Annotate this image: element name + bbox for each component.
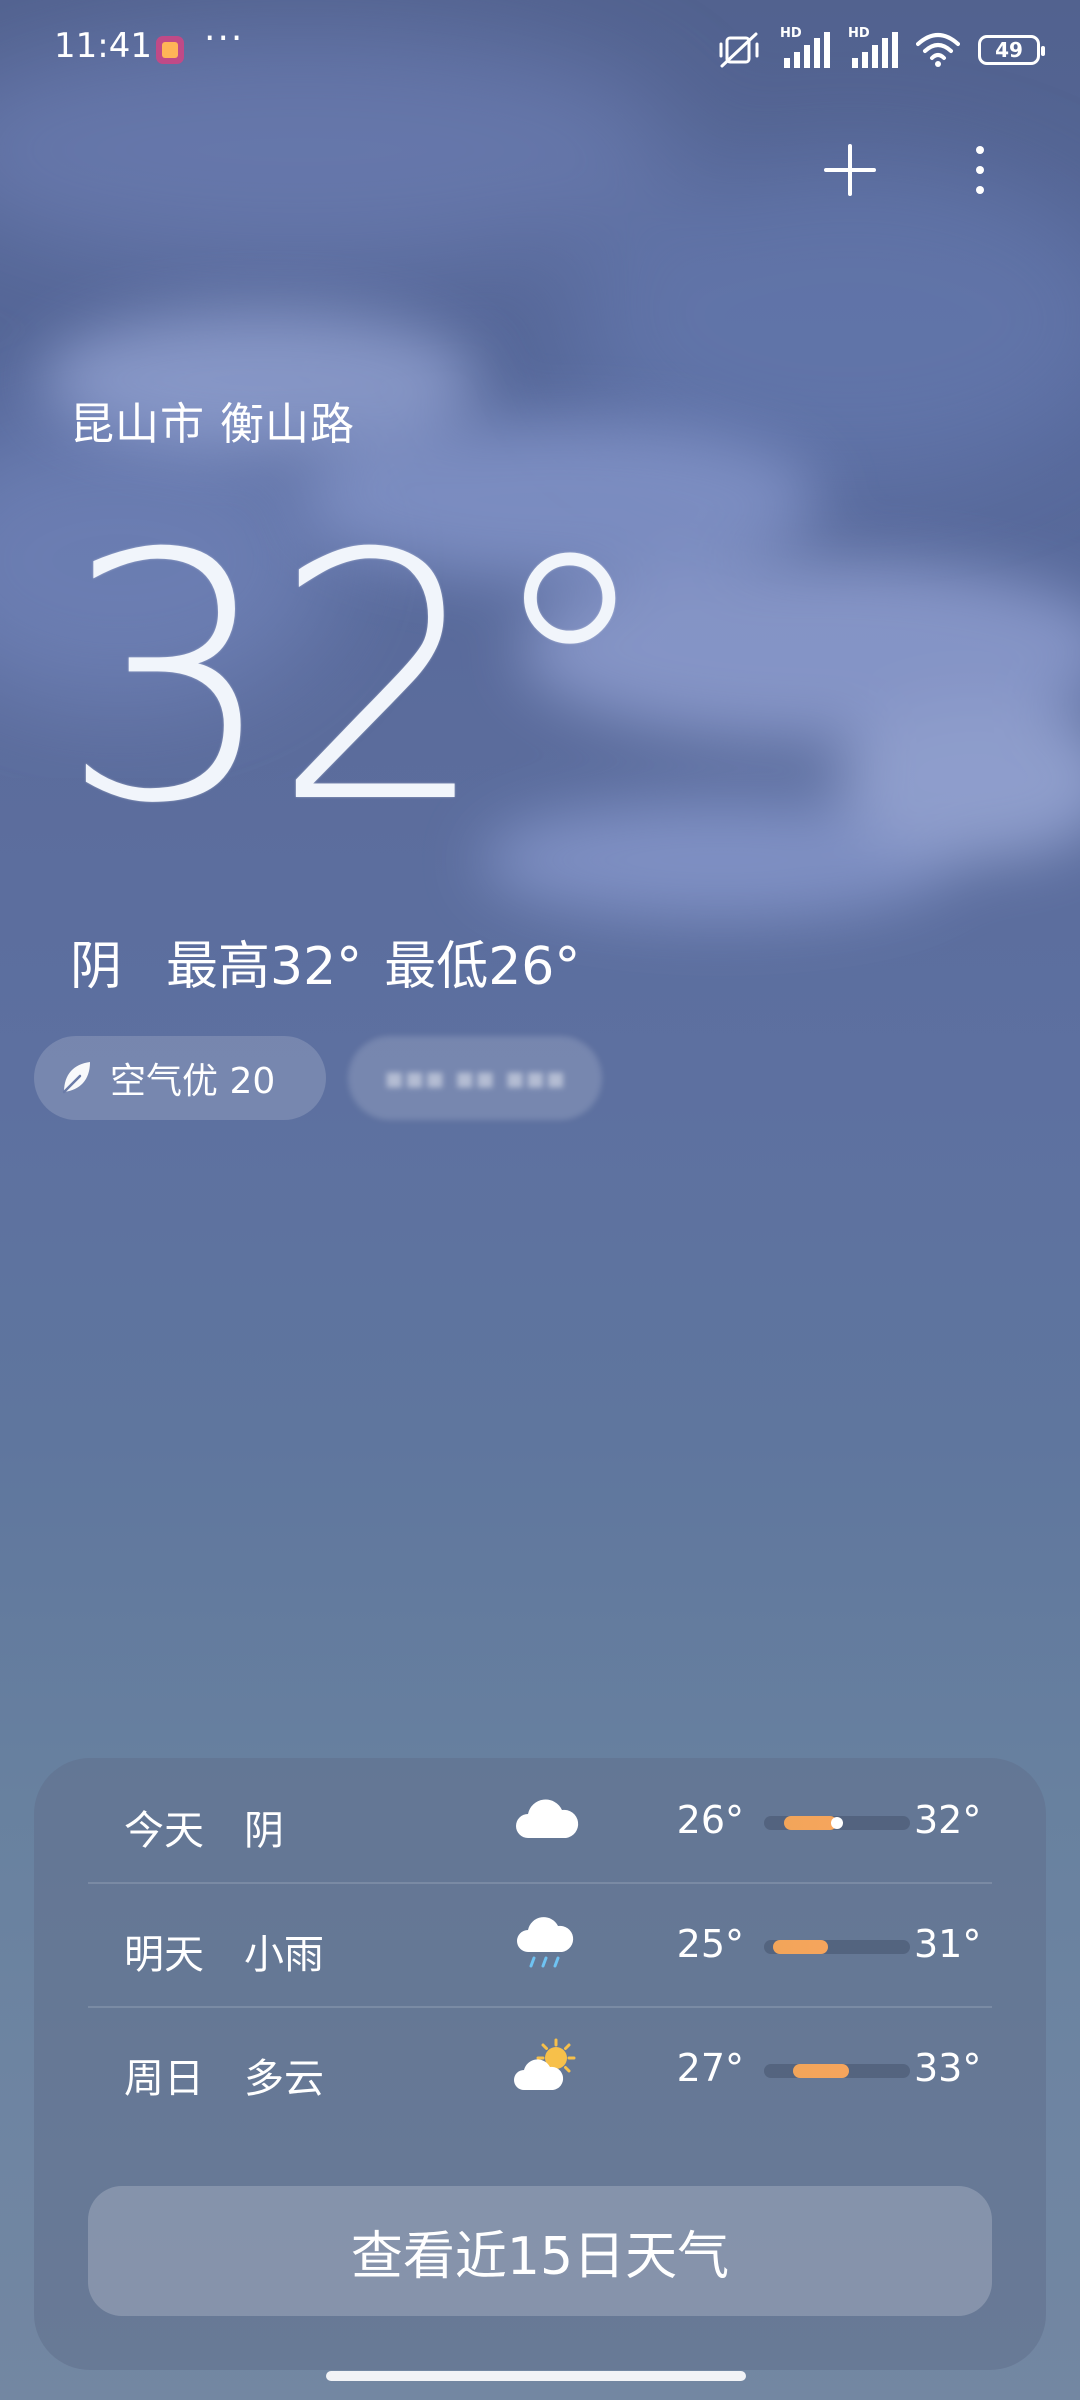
- air-quality-chip[interactable]: 空气优 20: [34, 1036, 326, 1120]
- cloud-icon: [516, 1799, 579, 1838]
- air-quality-label: 空气优 20: [110, 1061, 276, 1102]
- status-bar: 11:41 ··· HD HD 49: [0, 0, 1080, 100]
- status-icons: HD HD 49: [716, 26, 1045, 72]
- temperature-range-fill: [772, 1940, 829, 1954]
- current-temperature-marker: [831, 1817, 843, 1829]
- status-time: 11:41: [54, 26, 152, 66]
- blurred-placeholder: ▪▪▪ ▪▪ ▪▪▪: [384, 1060, 566, 1096]
- forecast-high: 31°: [914, 1922, 982, 1966]
- forecast-low: 27°: [676, 2046, 744, 2090]
- high-temperature: 最高32°: [166, 937, 363, 997]
- wifi-icon: [916, 33, 960, 67]
- current-condition: 阴: [70, 937, 123, 997]
- more-menu-button[interactable]: [960, 140, 1000, 200]
- forecast-condition: 多云: [244, 2056, 324, 2102]
- forecast-condition: 小雨: [244, 1932, 324, 1978]
- cellular-signal-1-icon: HD: [780, 26, 830, 70]
- battery-indicator: 49: [978, 35, 1045, 65]
- forecast-day: 明天: [124, 1932, 204, 1978]
- partly-cloudy-icon: [514, 2038, 576, 2090]
- home-indicator[interactable]: [326, 2371, 746, 2381]
- temperature-range-fill: [784, 1816, 837, 1830]
- forecast-low: 26°: [676, 1798, 744, 1842]
- low-temperature: 最低26°: [384, 937, 581, 997]
- forecast-low: 25°: [676, 1922, 744, 1966]
- forecast-high: 33°: [914, 2046, 982, 2090]
- temperature-range-bar: [764, 1816, 910, 1830]
- view-15-day-forecast-button[interactable]: 查看近15日天气: [88, 2186, 992, 2316]
- blurred-info-chip[interactable]: ▪▪▪ ▪▪ ▪▪▪: [348, 1036, 602, 1120]
- condition-summary: 阴 最高32° 最低26°: [70, 924, 580, 999]
- app-notification-icon: [156, 36, 184, 64]
- forecast-card: 今天 阴 26° 32° 明天 小雨 25° 31° 周日 多云 27° 33°…: [34, 1758, 1046, 2370]
- more-notifications-icon: ···: [204, 18, 245, 59]
- temperature-range-bar: [764, 2064, 910, 2078]
- temperature-range-fill: [793, 2064, 849, 2078]
- forecast-day: 周日: [124, 2056, 204, 2102]
- current-temperature: 32°: [60, 482, 655, 878]
- forecast-row-sunday[interactable]: 周日 多云 27° 33°: [88, 2006, 992, 2130]
- forecast-row-today[interactable]: 今天 阴 26° 32°: [88, 1758, 992, 1882]
- leaf-icon: [62, 1062, 90, 1094]
- location-name: 昆山市 衡山路: [70, 399, 355, 450]
- rain-cloud-icon: [517, 1917, 574, 1968]
- vibrate-mute-icon: [719, 32, 759, 68]
- forecast-high: 32°: [914, 1798, 982, 1842]
- cellular-signal-2-icon: HD: [848, 26, 898, 70]
- add-city-button[interactable]: [820, 140, 880, 200]
- forecast-row-tomorrow[interactable]: 明天 小雨 25° 31°: [88, 1882, 992, 2006]
- forecast-day: 今天: [124, 1808, 204, 1854]
- forecast-condition: 阴: [244, 1808, 284, 1854]
- temperature-range-bar: [764, 1940, 910, 1954]
